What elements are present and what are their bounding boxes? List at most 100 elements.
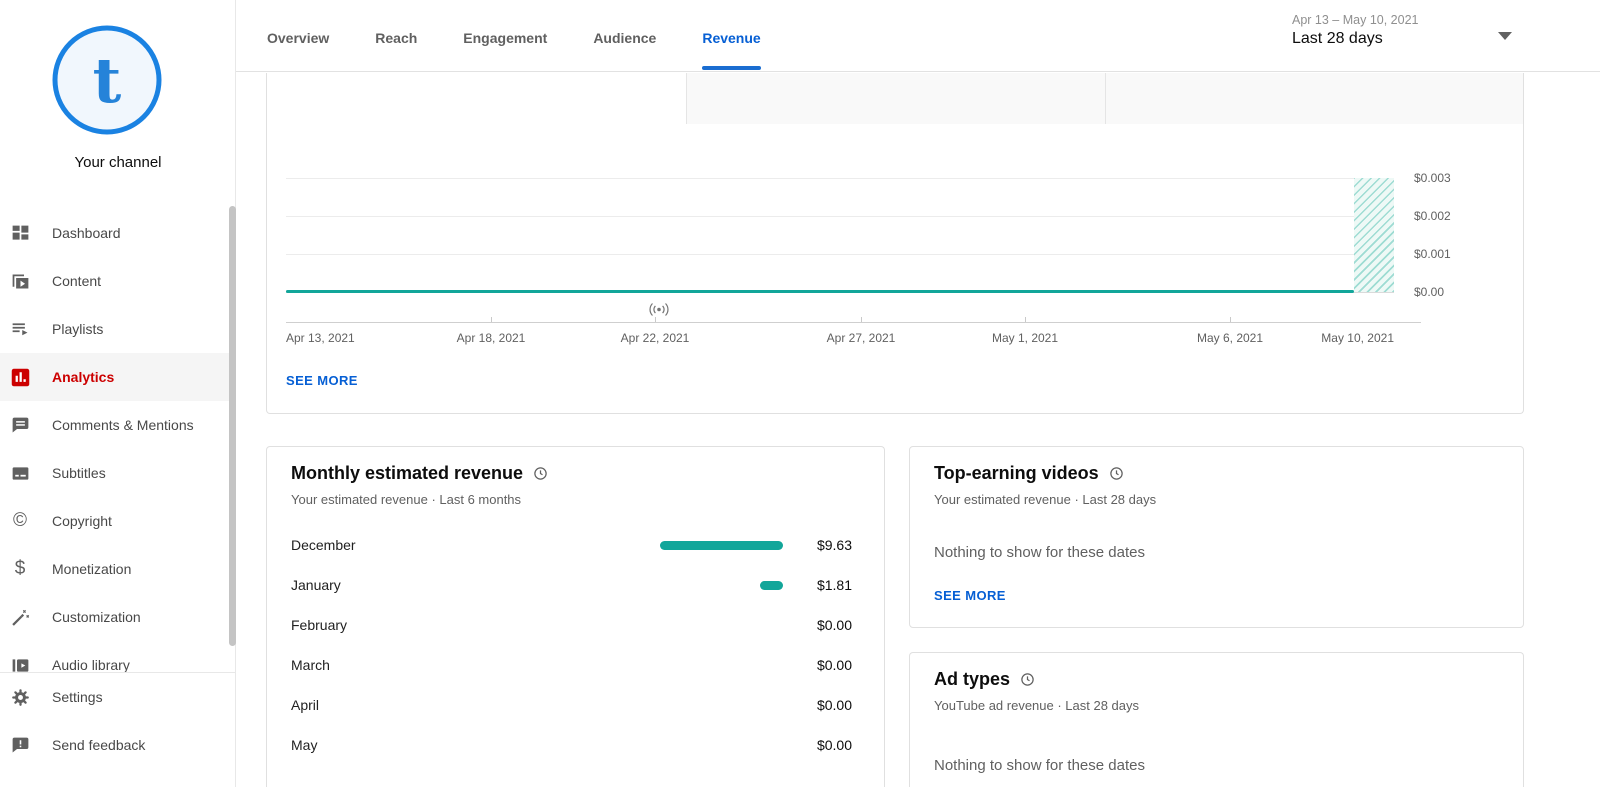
- analytics-tabs: Overview Reach Engagement Audience Reven…: [267, 0, 761, 72]
- channel-avatar[interactable]: t: [51, 24, 163, 136]
- month-value: $0.00: [817, 697, 852, 713]
- copyright-icon: ©: [8, 509, 32, 533]
- sidebar-item-send-feedback[interactable]: Send feedback: [0, 721, 236, 769]
- sidebar-item-playlists[interactable]: Playlists: [0, 305, 236, 353]
- card-title: Monthly estimated revenue: [291, 463, 548, 484]
- sidebar-item-label: Send feedback: [52, 737, 145, 753]
- settings-icon: [8, 685, 32, 709]
- x-axis-tick: [491, 317, 492, 322]
- svg-text:t: t: [93, 44, 122, 117]
- monthly-revenue-card: Monthly estimated revenue Your estimated…: [266, 446, 885, 787]
- metric-tab-3[interactable]: [1105, 73, 1523, 124]
- card-title: Ad types: [934, 669, 1035, 690]
- month-value: $0.00: [817, 737, 852, 753]
- active-tab-underline: [702, 66, 760, 70]
- x-axis-tick: [861, 317, 862, 322]
- sidebar-nav: Dashboard Content Playlists Analytics: [0, 209, 236, 672]
- month-label: January: [291, 577, 341, 593]
- audio-library-icon: [8, 653, 32, 672]
- x-axis-tick: [1230, 317, 1231, 322]
- feedback-icon: [8, 733, 32, 757]
- playlists-icon: [8, 317, 32, 341]
- youtube-studio-analytics-page: t Your channel Dashboard Content: [0, 0, 1600, 787]
- x-axis-tick: [655, 317, 656, 322]
- tab-overview[interactable]: Overview: [267, 0, 329, 72]
- sidebar-item-label: Audio library: [52, 657, 130, 672]
- sidebar-item-label: Content: [52, 273, 101, 289]
- gridline: [286, 254, 1394, 255]
- sidebar-item-label: Settings: [52, 689, 103, 705]
- sidebar-item-dashboard[interactable]: Dashboard: [0, 209, 236, 257]
- sidebar-item-label: Subtitles: [52, 465, 106, 481]
- month-value: $0.00: [817, 657, 852, 673]
- metric-tab-selected[interactable]: [267, 73, 686, 124]
- month-label: April: [291, 697, 319, 713]
- month-row: May $0.00: [267, 725, 884, 765]
- month-row: April $0.00: [267, 685, 884, 725]
- sidebar-item-audio-library[interactable]: Audio library: [0, 641, 236, 672]
- tab-revenue[interactable]: Revenue: [702, 0, 760, 72]
- month-value: $0.00: [817, 617, 852, 633]
- subtitles-icon: [8, 461, 32, 485]
- sidebar-item-label: Analytics: [52, 369, 114, 385]
- date-preset-text: Last 28 days: [1292, 30, 1522, 48]
- month-row: January $1.81: [267, 565, 884, 605]
- card-subtitle: YouTube ad revenue · Last 28 days: [934, 698, 1139, 713]
- live-broadcast-icon: [647, 302, 671, 317]
- y-axis-label: $0.002: [1414, 209, 1474, 223]
- x-axis-label: May 1, 2021: [992, 331, 1058, 345]
- sidebar-item-settings[interactable]: Settings: [0, 673, 236, 721]
- x-axis-label: Apr 18, 2021: [457, 331, 526, 345]
- month-row: February $0.00: [267, 605, 884, 645]
- chevron-down-icon[interactable]: [1498, 32, 1512, 40]
- x-axis-label: Apr 27, 2021: [827, 331, 896, 345]
- empty-state-text: Nothing to show for these dates: [934, 544, 1145, 561]
- sidebar-item-subtitles[interactable]: Subtitles: [0, 449, 236, 497]
- month-bar: [660, 541, 783, 550]
- date-range-selector[interactable]: Apr 13 – May 10, 2021 Last 28 days: [1292, 13, 1522, 48]
- sidebar-item-comments[interactable]: Comments & Mentions: [0, 401, 236, 449]
- month-value: $9.63: [817, 537, 852, 553]
- top-earning-see-more-link[interactable]: SEE MORE: [934, 588, 1006, 603]
- month-value: $1.81: [817, 577, 852, 593]
- x-axis-line: [286, 322, 1421, 323]
- month-label: May: [291, 737, 317, 753]
- dashboard-icon: [8, 221, 32, 245]
- partial-data-hatch: [1354, 178, 1394, 292]
- tab-reach[interactable]: Reach: [375, 0, 417, 72]
- sidebar-scrollbar[interactable]: [229, 206, 236, 646]
- x-axis-label: May 6, 2021: [1197, 331, 1263, 345]
- chart-see-more-link[interactable]: SEE MORE: [286, 373, 358, 388]
- sidebar-item-label: Monetization: [52, 561, 131, 577]
- sidebar-item-copyright[interactable]: © Copyright: [0, 497, 236, 545]
- month-label: December: [291, 537, 356, 553]
- sidebar-footer: Settings Send feedback: [0, 672, 236, 769]
- revenue-line: [286, 290, 1354, 293]
- analytics-icon: [8, 365, 32, 389]
- comments-icon: [8, 413, 32, 437]
- gridline: [286, 216, 1394, 217]
- x-axis-label: May 10, 2021: [1321, 331, 1394, 345]
- sidebar-item-monetization[interactable]: $ Monetization: [0, 545, 236, 593]
- card-title: Top-earning videos: [934, 463, 1124, 484]
- y-axis-label: $0.00: [1414, 285, 1474, 299]
- sidebar-item-content[interactable]: Content: [0, 257, 236, 305]
- sidebar-item-label: Playlists: [52, 321, 103, 337]
- sidebar-item-analytics[interactable]: Analytics: [0, 353, 236, 401]
- tab-engagement[interactable]: Engagement: [463, 0, 547, 72]
- customization-icon: [8, 605, 32, 629]
- x-axis-tick: [1025, 317, 1026, 322]
- y-axis-label: $0.001: [1414, 247, 1474, 261]
- sidebar-item-label: Copyright: [52, 513, 112, 529]
- y-axis-label: $0.003: [1414, 171, 1474, 185]
- month-row: March $0.00: [267, 645, 884, 685]
- content-icon: [8, 269, 32, 293]
- ad-types-card: Ad types YouTube ad revenue · Last 28 da…: [909, 652, 1524, 787]
- x-axis-label: Apr 13, 2021: [286, 331, 355, 345]
- card-subtitle: Your estimated revenue · Last 6 months: [291, 492, 521, 507]
- tab-audience[interactable]: Audience: [593, 0, 656, 72]
- sidebar-item-label: Customization: [52, 609, 141, 625]
- sidebar-item-customization[interactable]: Customization: [0, 593, 236, 641]
- gridline: [286, 178, 1394, 179]
- metric-tab-2[interactable]: [686, 73, 1104, 124]
